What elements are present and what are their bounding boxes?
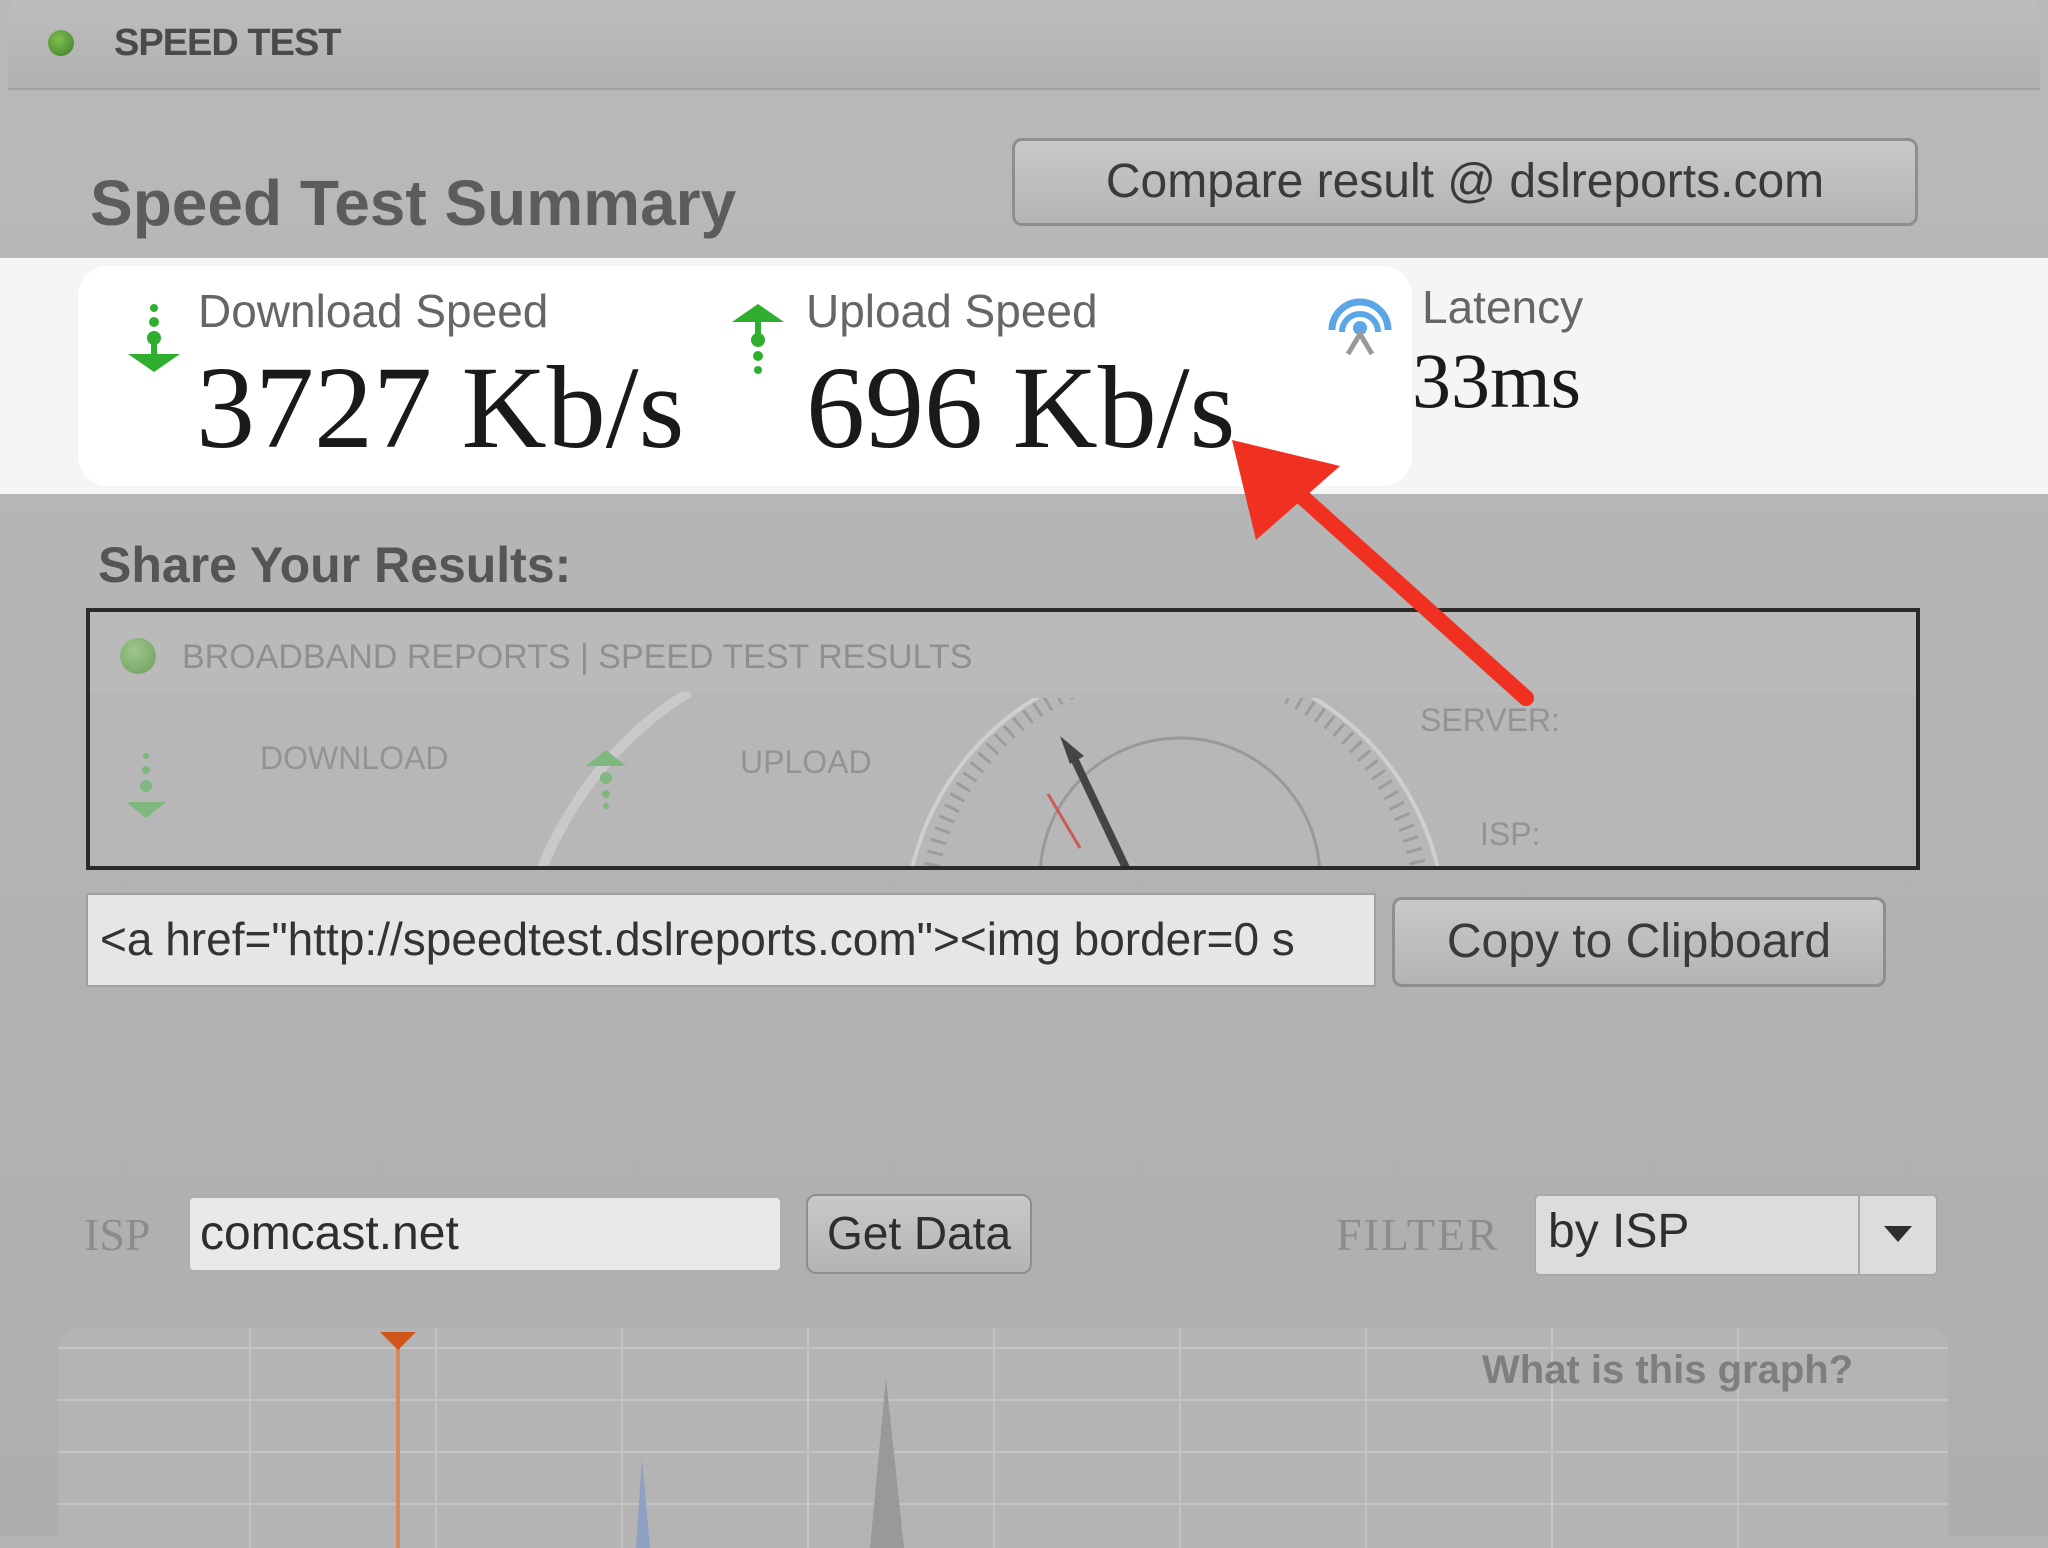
speed-test-window: SPEED TEST Speed Test Summary Compare re… [0, 0, 2048, 1548]
filter-select[interactable]: by ISP [1534, 1194, 1938, 1276]
isp-label: ISP [84, 1209, 151, 1260]
window-title: SPEED TEST [114, 22, 341, 64]
latency-antenna-icon [1328, 298, 1392, 356]
embed-code-field[interactable]: <a href="http://speedtest.dslreports.com… [86, 893, 1376, 987]
preview-download-label: DOWNLOAD [260, 740, 449, 776]
preview-title: BROADBAND REPORTS | SPEED TEST RESULTS [182, 638, 973, 676]
share-results-title: Share Your Results: [98, 537, 572, 593]
preview-header: BROADBAND REPORTS | SPEED TEST RESULTS [90, 612, 1916, 692]
preview-upload-icon [586, 750, 626, 809]
upload-arrow-icon [732, 304, 784, 374]
preview-download-icon [126, 753, 166, 818]
download-speed-label: Download Speed [198, 285, 549, 337]
download-arrow-icon [128, 304, 180, 372]
latency-label: Latency [1422, 281, 1584, 333]
copy-to-clipboard-button[interactable]: Copy to Clipboard [1392, 897, 1886, 987]
preview-status-icon [120, 638, 156, 674]
get-data-button[interactable]: Get Data [806, 1194, 1032, 1274]
share-image-preview: BROADBAND REPORTS | SPEED TEST RESULTS D… [86, 608, 1920, 870]
title-bar: SPEED TEST [8, 0, 2040, 90]
status-light-icon [48, 30, 74, 56]
isp-input[interactable]: comcast.net [188, 1196, 782, 1272]
upload-speed-value: 696 Kb/s [806, 342, 1236, 473]
preview-upload-label: UPLOAD [740, 744, 872, 780]
summary-title: Speed Test Summary [90, 167, 737, 239]
filter-selected-value: by ISP [1548, 1205, 1690, 1258]
chevron-down-icon [1884, 1226, 1912, 1242]
latency-value: 33ms [1412, 337, 1582, 424]
filter-dropdown-toggle[interactable] [1858, 1196, 1936, 1274]
compare-result-button[interactable]: Compare result @ dslreports.com [1012, 138, 1918, 226]
annotation-arrow [1232, 440, 1534, 706]
upload-speed-label: Upload Speed [806, 285, 1098, 337]
preview-isp-label: ISP: [1480, 816, 1541, 852]
filter-label: FILTER [1336, 1209, 1500, 1260]
download-speed-value: 3727 Kb/s [196, 342, 685, 473]
what-is-this-graph-link[interactable]: What is this graph? [1482, 1348, 1853, 1393]
results-highlight: Download Speed 3727 Kb/s Upload Speed 69… [0, 258, 2048, 494]
